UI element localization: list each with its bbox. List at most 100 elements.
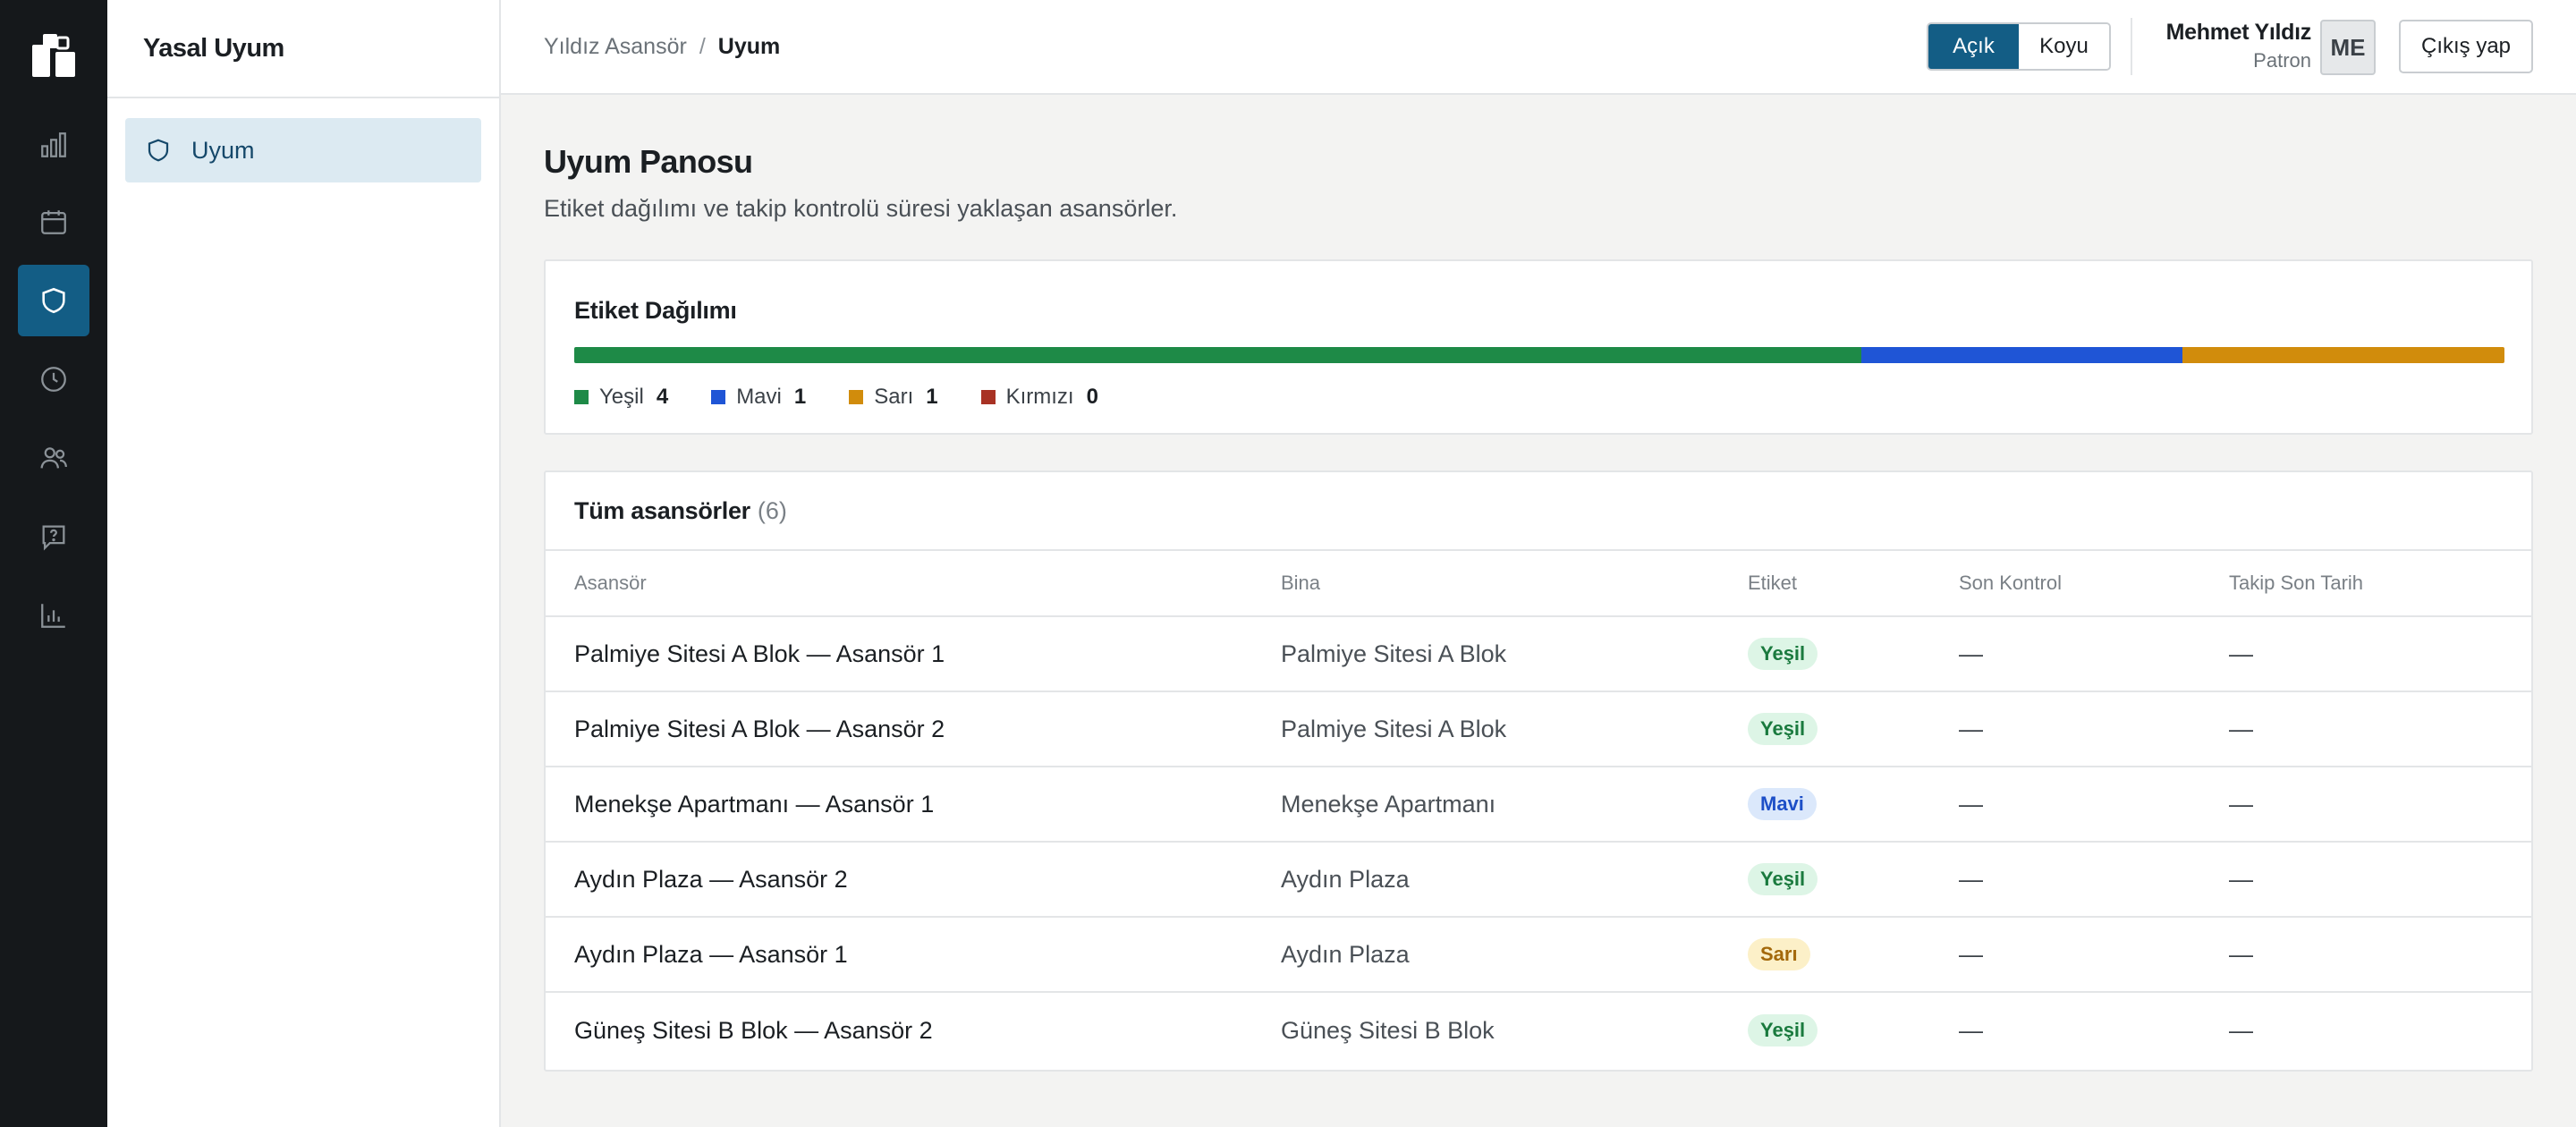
user-role: Patron (2253, 49, 2311, 72)
nav-users[interactable] (18, 422, 89, 494)
cell-asansor: Aydın Plaza — Asansör 2 (574, 865, 848, 893)
user-name: Mehmet Yıldız (2165, 20, 2312, 45)
status-badge: Yeşil (1748, 1014, 1818, 1046)
nav-dashboard[interactable] (18, 109, 89, 181)
calendar-icon (41, 210, 66, 234)
logo-icon[interactable] (30, 32, 77, 79)
cell-son-kontrol: — (1959, 715, 1983, 742)
legend-label: Mavi (736, 385, 782, 409)
table-row[interactable]: Menekşe Apartmanı — Asansör 1 Menekşe Ap… (546, 767, 2531, 843)
status-badge: Sarı (1748, 938, 1810, 970)
nav-compliance[interactable] (18, 265, 89, 336)
breadcrumb-parent[interactable]: Yıldız Asansör (544, 34, 687, 60)
legend-swatch (849, 390, 864, 404)
breadcrumb: Yıldız Asansör / Uyum (544, 0, 780, 93)
cell-etiket: Yeşil (1748, 617, 1818, 691)
legend-count: 1 (793, 385, 807, 409)
theme-toggle: Açık Koyu (1927, 22, 2111, 71)
theme-dark-option[interactable]: Koyu (2019, 24, 2109, 69)
table-row[interactable]: Palmiye Sitesi A Blok — Asansör 1 Palmiy… (546, 617, 2531, 692)
cell-son-kontrol: — (1959, 865, 1983, 893)
nav-history[interactable] (18, 343, 89, 415)
cell-etiket: Mavi (1748, 767, 1817, 841)
nav-support[interactable] (18, 501, 89, 572)
page-title: Uyum Panosu (544, 143, 753, 180)
status-badge: Yeşil (1748, 713, 1818, 745)
distribution-bar (574, 347, 2504, 363)
cell-asansor: Güneş Sitesi B Blok — Asansör 2 (574, 1016, 933, 1044)
cell-son-kontrol: — (1959, 1016, 1983, 1044)
column-header-takip-son-tarih[interactable]: Takip Son Tarih (2229, 551, 2363, 615)
avatar[interactable]: ME (2320, 20, 2376, 75)
logout-button[interactable]: Çıkış yap (2399, 20, 2533, 73)
cell-takip-son-tarih: — (2229, 715, 2253, 742)
cell-son-kontrol: — (1959, 940, 1983, 968)
legend-item-mavi: Mavi 1 (711, 385, 806, 410)
analytics-icon (41, 604, 65, 628)
page-subtitle: Etiket dağılımı ve takip kontrolü süresi… (544, 195, 1178, 222)
divider (2131, 18, 2132, 75)
nav-calendar[interactable] (18, 186, 89, 258)
status-badge: Yeşil (1748, 638, 1818, 670)
column-header-asansor[interactable]: Asansör (574, 551, 647, 615)
section-sidebar: Yasal Uyum Uyum (107, 0, 501, 1127)
distribution-segment (574, 347, 1861, 363)
cell-bina: Güneş Sitesi B Blok (1281, 1016, 1495, 1044)
shield-icon (42, 287, 65, 314)
legend-item-yesil: Yeşil 4 (574, 385, 668, 410)
cell-bina: Aydın Plaza (1281, 865, 1410, 893)
legend-swatch (711, 390, 726, 404)
legend-label: Sarı (874, 385, 914, 409)
cell-etiket: Yeşil (1748, 993, 1818, 1068)
nav-reports[interactable] (18, 580, 89, 651)
cell-takip-son-tarih: — (2229, 1016, 2253, 1044)
table-row[interactable]: Güneş Sitesi B Blok — Asansör 2 Güneş Si… (546, 993, 2531, 1068)
cell-bina: Aydın Plaza (1281, 940, 1410, 968)
table-title: Tüm asansörler (6) (546, 472, 2531, 551)
column-header-etiket[interactable]: Etiket (1748, 551, 1797, 615)
distribution-legend: Yeşil 4 Mavi 1 Sarı 1 Kırmızı 0 (574, 385, 1141, 410)
sidebar-item-uyum[interactable]: Uyum (125, 118, 481, 182)
breadcrumb-current: Uyum (717, 33, 781, 59)
table-header-row: Asansör Bina Etiket Son Kontrol Takip So… (546, 551, 2531, 617)
table-row[interactable]: Palmiye Sitesi A Blok — Asansör 2 Palmiy… (546, 692, 2531, 767)
cell-asansor: Palmiye Sitesi A Blok — Asansör 2 (574, 715, 945, 742)
theme-light-option[interactable]: Açık (1928, 24, 2019, 69)
cell-asansor: Menekşe Apartmanı — Asansör 1 (574, 790, 935, 818)
cell-etiket: Yeşil (1748, 843, 1818, 916)
legend-count: 0 (1086, 385, 1098, 409)
legend-count: 4 (656, 385, 669, 409)
bar-chart-icon (41, 132, 66, 157)
legend-swatch (980, 390, 996, 404)
table-row[interactable]: Aydın Plaza — Asansör 1 Aydın Plaza Sarı… (546, 918, 2531, 993)
cell-son-kontrol: — (1959, 640, 1983, 667)
table-row[interactable]: Aydın Plaza — Asansör 2 Aydın Plaza Yeşi… (546, 843, 2531, 918)
cell-etiket: Sarı (1748, 918, 1810, 991)
cell-bina: Palmiye Sitesi A Blok (1281, 640, 1507, 667)
cell-etiket: Yeşil (1748, 692, 1818, 766)
column-header-son-kontrol[interactable]: Son Kontrol (1959, 551, 2062, 615)
status-badge: Yeşil (1748, 863, 1818, 895)
legend-label: Yeşil (599, 385, 644, 409)
label-distribution-card: Etiket Dağılımı Yeşil 4 Mavi 1 Sarı 1 Kı… (544, 259, 2533, 435)
table-body: Palmiye Sitesi A Blok — Asansör 1 Palmiy… (546, 617, 2531, 1068)
cell-bina: Menekşe Apartmanı (1281, 790, 1496, 818)
table-title-text: Tüm asansörler (574, 496, 750, 524)
shield-icon (148, 139, 169, 162)
top-bar: Yıldız Asansör / Uyum Açık Koyu Mehmet Y… (501, 0, 2576, 95)
legend-label: Kırmızı (1005, 385, 1074, 409)
distribution-segment (2182, 347, 2504, 363)
status-badge: Mavi (1748, 788, 1817, 820)
clock-icon (41, 367, 66, 392)
cell-bina: Palmiye Sitesi A Blok (1281, 715, 1507, 742)
cell-asansor: Aydın Plaza — Asansör 1 (574, 940, 848, 968)
cell-son-kontrol: — (1959, 790, 1983, 818)
legend-count: 1 (926, 385, 938, 409)
icon-rail (0, 0, 107, 1127)
distribution-segment (1860, 347, 2183, 363)
column-header-bina[interactable]: Bina (1281, 551, 1320, 615)
legend-item-sari: Sarı 1 (849, 385, 938, 410)
breadcrumb-separator: / (699, 33, 706, 59)
card-title: Etiket Dağılımı (574, 297, 737, 324)
elevators-table-card: Tüm asansörler (6) Asansör Bina Etiket S… (544, 470, 2533, 1072)
